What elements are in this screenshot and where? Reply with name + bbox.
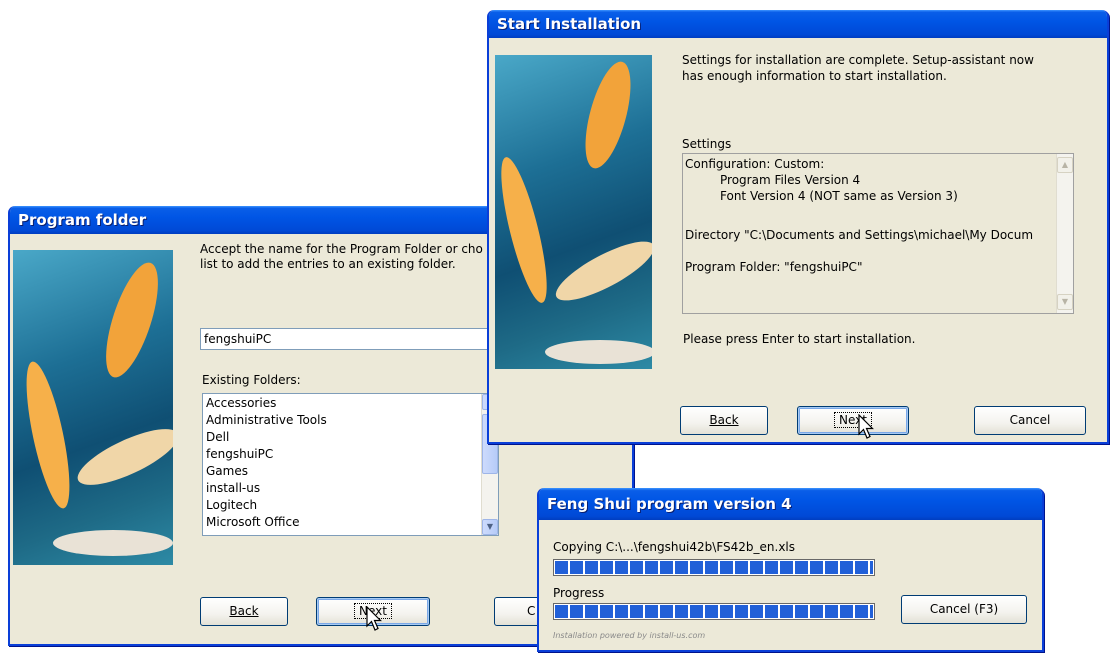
back-label: Back bbox=[709, 413, 739, 427]
list-item[interactable]: Accessories bbox=[203, 395, 498, 412]
settings-line: Directory "C:\Documents and Settings\mic… bbox=[685, 228, 1034, 242]
list-item[interactable]: Administrative Tools bbox=[203, 412, 498, 429]
back-label: Back bbox=[229, 604, 259, 618]
settings-line: Font Version 4 (NOT same as Version 3) bbox=[720, 189, 958, 203]
start-installation-intro-1: Settings for installation are complete. … bbox=[682, 53, 1034, 67]
cancel-label: Cancel bbox=[1009, 413, 1051, 427]
start-installation-intro-2: has enough information to start installa… bbox=[682, 69, 947, 83]
chevron-down-icon[interactable]: ▼ bbox=[1057, 294, 1073, 310]
mouse-pointer-icon bbox=[366, 606, 382, 631]
koi-image bbox=[13, 250, 173, 565]
progress-title: Feng Shui program version 4 bbox=[539, 488, 1042, 520]
overall-progress-bar bbox=[553, 603, 875, 620]
list-item[interactable]: install-us bbox=[203, 480, 498, 497]
progress-footer: Installation powered by install-us.com bbox=[553, 631, 706, 640]
list-item[interactable]: Dell bbox=[203, 429, 498, 446]
settings-line: Configuration: Custom: bbox=[685, 157, 825, 171]
start-installation-back-button[interactable]: Back bbox=[680, 406, 768, 435]
program-folder-instructions-1: Accept the name for the Program Folder o… bbox=[200, 242, 483, 256]
list-item[interactable]: Games bbox=[203, 463, 498, 480]
program-folder-back-button[interactable]: Back bbox=[200, 597, 288, 626]
cancel-label: Cancel (F3) bbox=[929, 602, 999, 616]
start-installation-title: Start Installation bbox=[489, 10, 1107, 38]
start-installation-cancel-button[interactable]: Cancel bbox=[974, 406, 1086, 435]
progress-label: Progress bbox=[553, 586, 605, 600]
chevron-down-icon[interactable]: ▼ bbox=[482, 519, 498, 535]
start-installation-prompt: Please press Enter to start installation… bbox=[683, 332, 916, 346]
start-installation-next-button[interactable]: Next bbox=[797, 406, 909, 435]
mouse-pointer-icon bbox=[858, 414, 874, 439]
chevron-up-icon[interactable]: ▲ bbox=[1057, 157, 1073, 173]
progress-window: Feng Shui program version 4 Copying C:\.… bbox=[537, 488, 1044, 652]
list-item[interactable]: Logitech bbox=[203, 497, 498, 514]
settings-label: Settings bbox=[682, 137, 732, 151]
start-installation-window: Start Installation Settings for installa… bbox=[487, 10, 1109, 444]
settings-line: Program Folder: "fengshuiPC" bbox=[685, 260, 863, 274]
settings-line: Program Files Version 4 bbox=[720, 173, 861, 187]
copying-text: Copying C:\...\fengshui42b\FS42b_en.xls bbox=[553, 540, 796, 554]
list-item[interactable]: Microsoft Office bbox=[203, 514, 498, 531]
settings-scrollbar[interactable]: ▲ ▼ bbox=[1056, 154, 1073, 313]
existing-folders-list[interactable]: Accessories Administrative Tools Dell fe… bbox=[202, 393, 499, 536]
koi-image bbox=[495, 55, 652, 369]
existing-folders-label: Existing Folders: bbox=[202, 373, 301, 387]
program-folder-name-input[interactable]: fengshuiPC bbox=[200, 328, 500, 350]
settings-textbox[interactable]: Configuration: Custom: Program Files Ver… bbox=[682, 153, 1074, 314]
list-item[interactable]: fengshuiPC bbox=[203, 446, 498, 463]
progress-cancel-button[interactable]: Cancel (F3) bbox=[901, 595, 1027, 624]
cancel-label-partial: C bbox=[527, 604, 536, 618]
file-progress-bar bbox=[553, 559, 875, 576]
program-folder-instructions-2: list to add the entries to an existing f… bbox=[200, 257, 456, 271]
